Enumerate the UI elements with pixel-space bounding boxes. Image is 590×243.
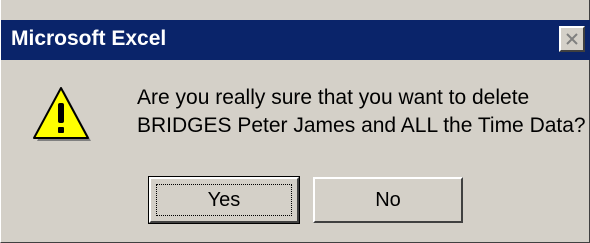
no-button[interactable]: No <box>313 177 463 223</box>
warning-icon <box>33 87 91 141</box>
message-line-2: BRIDGES Peter James and ALL the Time Dat… <box>137 114 586 137</box>
focus-rectangle <box>156 184 292 216</box>
dialog-message: Are you really sure that you want to del… <box>137 84 586 140</box>
dialog-title: Microsoft Excel <box>11 27 167 50</box>
title-bar[interactable]: Microsoft Excel <box>1 20 590 60</box>
close-button[interactable] <box>559 26 585 52</box>
no-button-label: No <box>375 188 401 211</box>
yes-button[interactable]: Yes <box>148 176 300 224</box>
message-dialog: Microsoft Excel Are you really sure that… <box>0 0 590 243</box>
message-line-1: Are you really sure that you want to del… <box>137 86 530 109</box>
close-icon <box>566 33 578 45</box>
